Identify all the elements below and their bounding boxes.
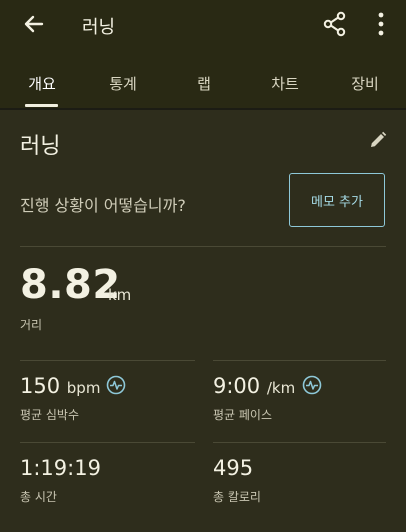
tab-gear[interactable]: 장비 [351, 73, 379, 94]
divider [213, 360, 386, 361]
calories-value: 495 [213, 456, 254, 480]
divider [213, 442, 386, 443]
progress-prompt: 진행 상황이 어떻습니까? [20, 196, 186, 215]
heart-rate-pulse-icon[interactable] [106, 375, 126, 395]
pace-stat: 9:00 /km [213, 374, 295, 398]
divider [20, 442, 195, 443]
app-bar: 러닝 개요 통계 랩 차트 장비 [0, 0, 406, 108]
heart-rate-label: 평균 심박수 [20, 408, 80, 422]
edit-pencil-icon[interactable] [368, 130, 388, 150]
total-time-value: 1:19:19 [20, 456, 101, 480]
calories-label: 총 칼로리 [213, 490, 261, 504]
add-memo-button[interactable]: 메모 추가 [289, 173, 385, 227]
tab-laps[interactable]: 랩 [197, 73, 211, 94]
pace-label: 평균 페이스 [213, 408, 273, 422]
activity-title: 러닝 [20, 134, 61, 159]
pace-unit: /km [266, 379, 296, 397]
pace-pulse-icon[interactable] [302, 375, 322, 395]
divider [20, 246, 386, 247]
back-arrow-icon[interactable] [20, 10, 48, 38]
share-icon[interactable] [322, 10, 348, 38]
more-vert-icon[interactable] [370, 10, 392, 38]
tab-overview[interactable]: 개요 [28, 73, 56, 94]
page-title: 러닝 [82, 17, 116, 38]
tab-stats[interactable]: 통계 [109, 73, 137, 94]
heart-rate-value: 150 [20, 374, 61, 398]
divider [20, 360, 195, 361]
active-tab-indicator [25, 104, 58, 107]
total-time-label: 총 시간 [20, 490, 57, 504]
heart-rate-stat: 150 bpm [20, 374, 100, 398]
distance-label: 거리 [20, 318, 43, 332]
distance-value: 8.82 [20, 262, 121, 308]
heart-rate-unit: bpm [66, 379, 101, 397]
tab-charts[interactable]: 차트 [271, 73, 299, 94]
pace-value: 9:00 [213, 374, 261, 398]
distance-unit: km [108, 286, 132, 304]
